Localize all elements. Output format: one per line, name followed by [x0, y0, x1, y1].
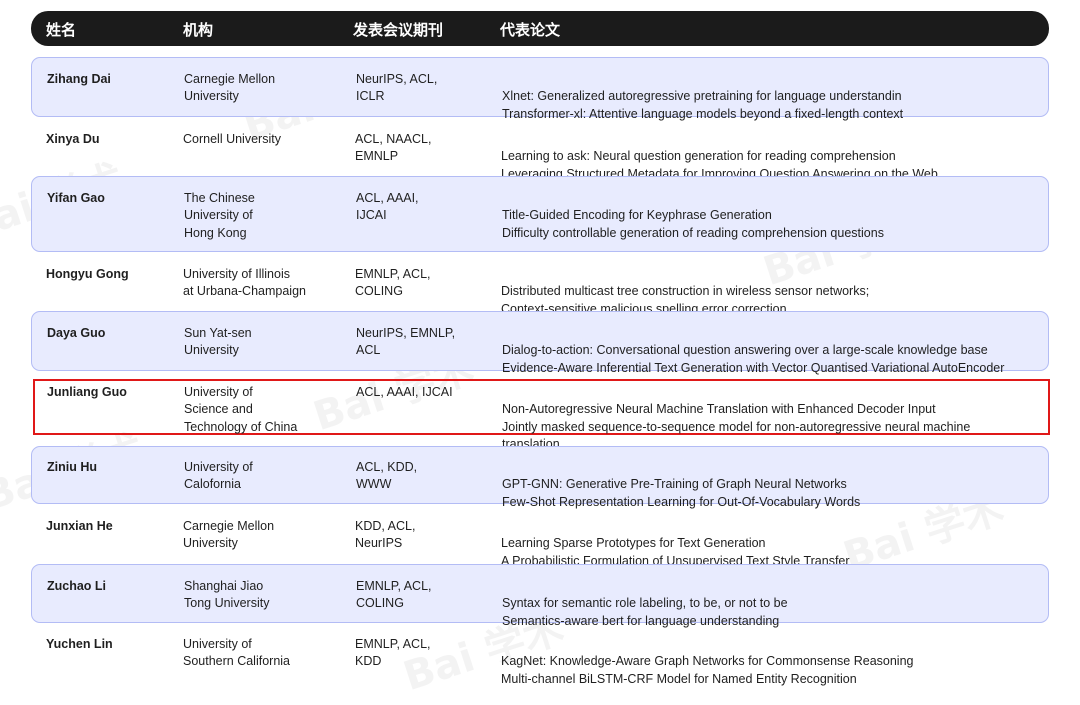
table-row: Hongyu Gong University of Illinois at Urb…: [31, 253, 1049, 316]
header-org: 机构: [183, 21, 214, 39]
venues: ACL, NAACL, EMNLP: [355, 132, 432, 164]
author-name: Junxian He: [46, 519, 113, 533]
institution: The Chinese University of Hong Kong: [184, 191, 255, 240]
venues: KDD, ACL, NeurIPS: [355, 519, 416, 551]
author-name: Yifan Gao: [47, 191, 105, 205]
author-name: Xinya Du: [46, 132, 100, 146]
institution: University of Illinois at Urbana-Champaig…: [183, 267, 306, 299]
venues: ACL, KDD, WWW: [356, 460, 418, 492]
institution: University of Science and Technology of Ch…: [184, 385, 298, 434]
papers: Title-Guided Encoding for Keyphrase Gene…: [502, 208, 884, 240]
venues: ACL, AAAI, IJCAI: [356, 191, 419, 223]
venues: EMNLP, ACL, KDD: [355, 637, 431, 669]
institution: University of Southern California: [183, 637, 291, 669]
author-name: Yuchen Lin: [46, 637, 113, 651]
author-name: Zihang Dai: [47, 72, 111, 86]
table-row: Zuchao Li Shanghai Jiao Tong University E…: [31, 564, 1049, 628]
table-header: 姓名 机构 发表会议期刊 代表论文: [31, 11, 1049, 46]
header-paper: 代表论文: [500, 21, 561, 39]
institution: Carnegie Mellon University: [183, 519, 275, 551]
table-row: Xinya Du Cornell University ACL, NAACL, E…: [31, 118, 1049, 181]
header-venue: 发表会议期刊: [353, 21, 444, 39]
venues: NeurIPS, EMNLP, ACL: [356, 326, 456, 358]
table-row: Daya Guo Sun Yat-sen University NeurIPS, …: [31, 311, 1049, 375]
table-row-selected[interactable]: Junliang Guo University of Science and Tec…: [33, 379, 1050, 451]
author-name: Junliang Guo: [47, 385, 127, 399]
author-name: Hongyu Gong: [46, 267, 129, 281]
institution: Cornell University: [183, 132, 281, 146]
author-name: Ziniu Hu: [47, 460, 97, 474]
table-row: Yuchen Lin University of Southern Califor…: [31, 623, 1049, 686]
institution: Sun Yat-sen University: [184, 326, 252, 358]
table-row: Yifan Gao The Chinese University of Hong K…: [31, 176, 1049, 252]
institution: Shanghai Jiao Tong University: [184, 579, 270, 611]
header-name: 姓名: [46, 21, 77, 39]
table-row: Junxian He Carnegie Mellon University KDD…: [31, 505, 1049, 568]
table-row: Ziniu Hu University of Calofornia ACL, KD…: [31, 446, 1049, 509]
table-row: Zihang Dai Carnegie Mellon University Neu…: [31, 57, 1049, 121]
venues: EMNLP, ACL, COLING: [355, 267, 431, 299]
papers: KagNet: Knowledge-Aware Graph Networks f…: [501, 654, 914, 686]
institution: University of Calofornia: [184, 460, 253, 492]
institution: Carnegie Mellon University: [184, 72, 276, 104]
author-name: Daya Guo: [47, 326, 106, 340]
author-name: Zuchao Li: [47, 579, 107, 593]
venues: NeurIPS, ACL, ICLR: [356, 72, 438, 104]
venues: ACL, AAAI, IJCAI: [356, 385, 453, 399]
venues: EMNLP, ACL, COLING: [356, 579, 432, 611]
